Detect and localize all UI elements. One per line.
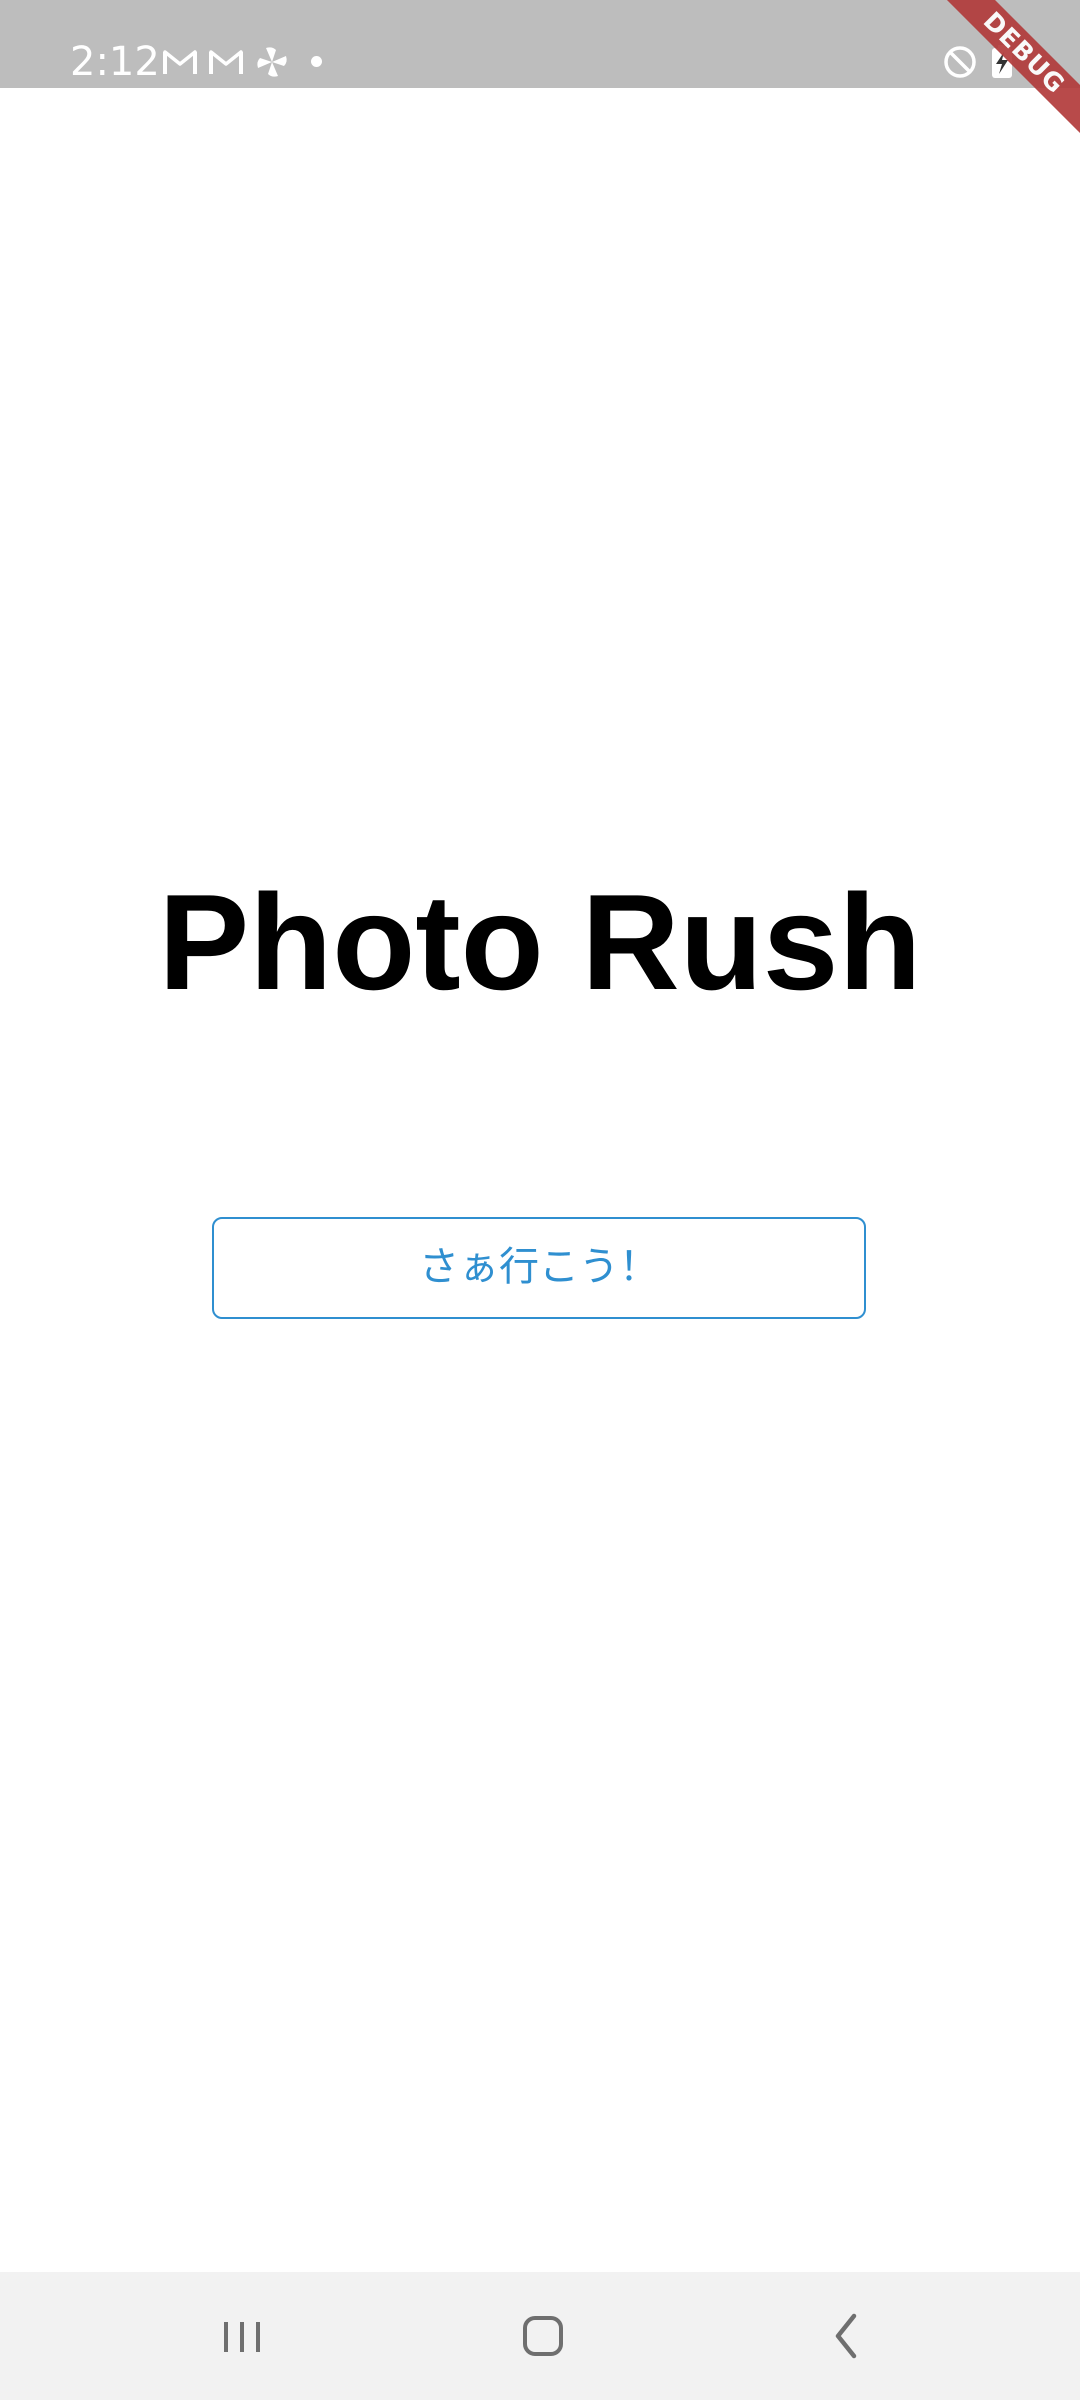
notification-dot-icon <box>311 56 322 67</box>
start-button[interactable]: さぁ行こう！ <box>212 1217 866 1319</box>
gmail-icon <box>163 50 197 74</box>
recent-apps-icon[interactable] <box>202 2300 282 2372</box>
home-icon[interactable] <box>503 2300 583 2372</box>
app-title: Photo Rush <box>158 866 922 1018</box>
pinwheel-icon <box>257 47 287 77</box>
do-not-disturb-icon <box>944 46 976 78</box>
status-time: 2:12 <box>70 39 160 85</box>
back-icon[interactable] <box>806 2300 886 2372</box>
battery-charging-icon <box>992 45 1012 78</box>
navigation-bar <box>0 2272 1080 2400</box>
app-screen: 2:12 DEBUG Photo Rush さぁ行こう！ <box>0 0 1080 2400</box>
status-bar: 2:12 <box>0 0 1080 88</box>
gmail-icon <box>209 50 243 74</box>
